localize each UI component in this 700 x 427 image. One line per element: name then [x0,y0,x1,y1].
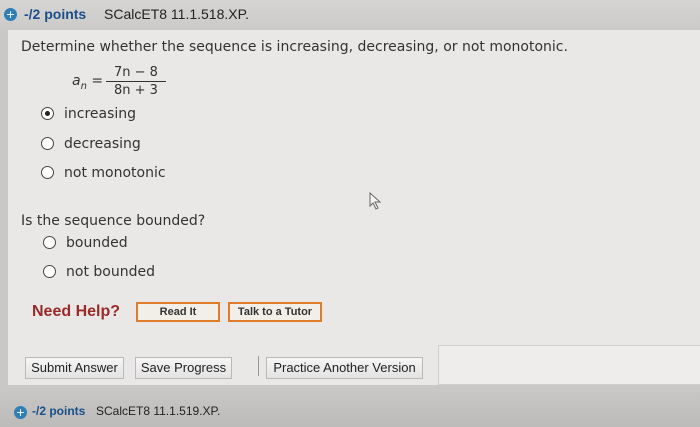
option-increasing-label[interactable]: increasing [64,106,136,122]
points-label: -/2 points [24,6,87,22]
read-it-label: Read It [159,306,197,318]
read-it-button[interactable]: Read It [136,302,220,322]
submit-answer-button[interactable]: Submit Answer [25,357,124,379]
option-not-bounded-label[interactable]: not bounded [66,264,155,280]
save-progress-button[interactable]: Save Progress [135,357,232,379]
talk-to-tutor-button[interactable]: Talk to a Tutor [228,302,322,322]
radio-decreasing[interactable] [41,137,54,150]
next-points-label: -/2 points [32,404,86,418]
question-text: Determine whether the sequence is increa… [21,39,568,55]
radio-not-monotonic[interactable] [41,166,54,179]
next-problem-code: SCalcET8 11.1.519.XP. [96,404,221,418]
option-decreasing-label[interactable]: decreasing [64,136,141,152]
problem-code: SCalcET8 11.1.518.XP. [104,6,250,22]
practice-another-version-button[interactable]: Practice Another Version [266,357,423,379]
expand-plus-icon[interactable]: + [4,8,17,21]
bounded-question-text: Is the sequence bounded? [21,213,206,229]
question-header: + -/2 points SCalcET8 11.1.518.XP. [0,0,700,30]
next-question-header: + -/2 points SCalcET8 11.1.519.XP. [0,392,700,427]
option-bounded-label[interactable]: bounded [66,235,128,251]
radio-bounded[interactable] [43,236,56,249]
talk-to-tutor-label: Talk to a Tutor [237,306,313,318]
mouse-cursor-icon [369,192,382,210]
radio-not-bounded[interactable] [43,265,56,278]
formula-fraction: 7n − 8 8n + 3 [106,65,166,98]
formula-denominator: 8n + 3 [114,83,158,98]
need-help-label: Need Help? [32,303,121,320]
side-input-panel [438,345,700,385]
radio-increasing[interactable] [41,107,54,120]
button-separator [258,356,259,376]
formula-numerator: 7n − 8 [106,65,166,82]
next-expand-plus-icon[interactable]: + [14,406,27,419]
option-not-monotonic-label[interactable]: not monotonic [64,165,166,181]
formula-lhs: an = [72,73,104,92]
